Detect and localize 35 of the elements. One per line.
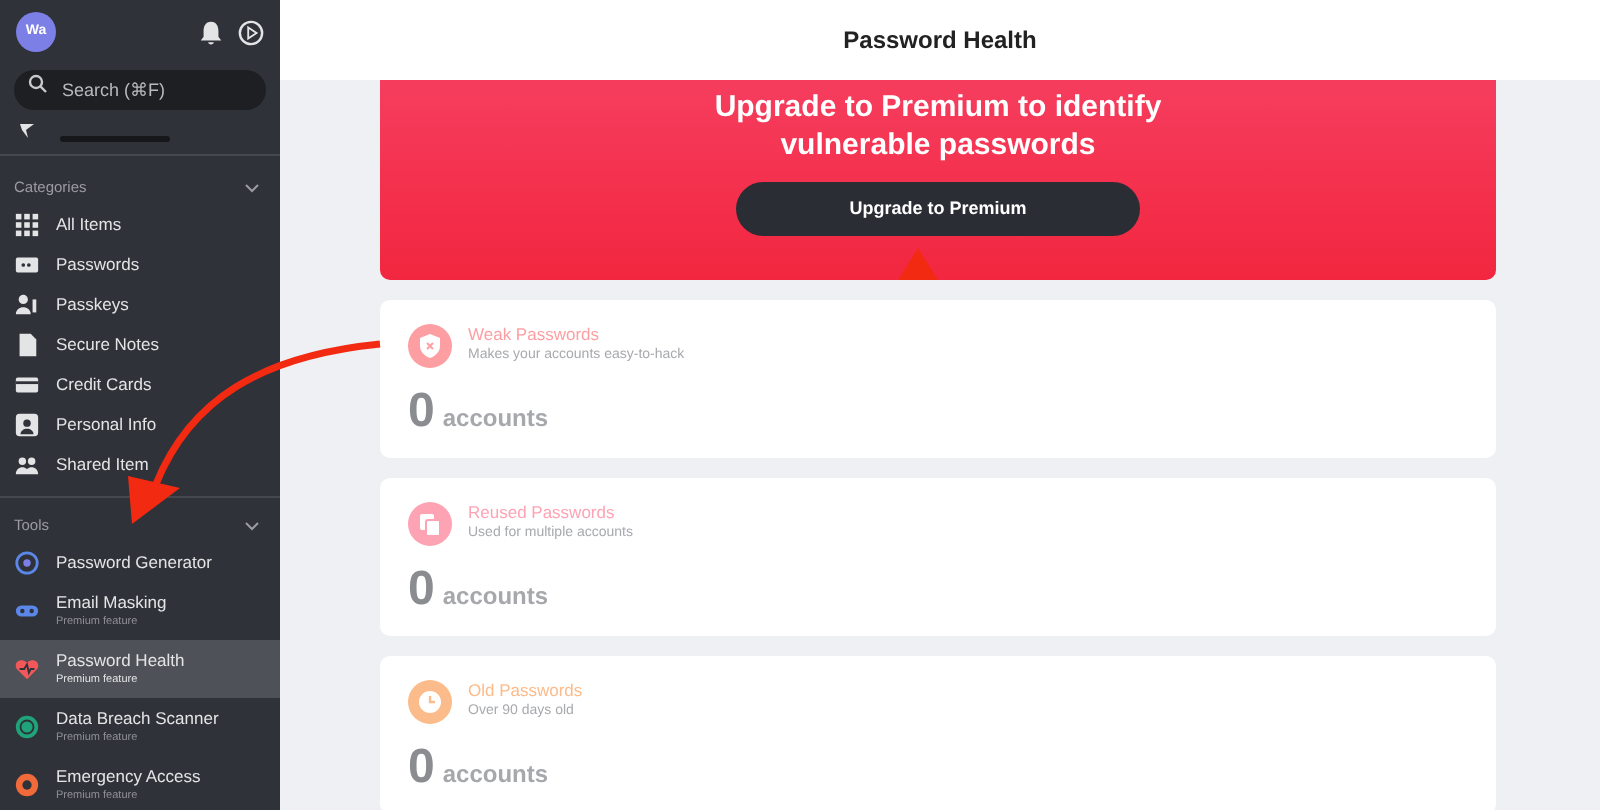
sidebar-item[interactable]: Secure Notes xyxy=(0,324,280,364)
page-title: Password Health xyxy=(843,24,1037,58)
radar-icon xyxy=(14,714,40,740)
card-title: Old Passwords xyxy=(468,680,583,703)
copy-icon xyxy=(408,502,452,546)
search-icon xyxy=(28,74,48,94)
person-key-icon xyxy=(14,291,40,317)
bell-icon xyxy=(198,19,224,45)
clock-icon xyxy=(408,680,452,724)
sidebar-item[interactable]: Credit Cards xyxy=(0,364,280,404)
sidebar-item[interactable]: Password Generator xyxy=(0,542,280,582)
account-count: 0 xyxy=(408,566,435,614)
banner-heading: Upgrade to Premium to identify vulnerable passwords xyxy=(712,88,1164,164)
upgrade-button[interactable]: Upgrade to Premium xyxy=(736,182,1140,236)
card-title: Weak Passwords xyxy=(468,324,602,347)
heart-pulse-icon xyxy=(14,656,40,682)
play-circle-icon xyxy=(238,19,264,45)
count-unit: accounts xyxy=(442,580,549,614)
account-count: 0 xyxy=(408,744,435,792)
lifebuoy-icon xyxy=(14,772,40,798)
sidebar-item[interactable]: Shared Item xyxy=(0,444,280,484)
search-field[interactable]: Search (⌘F) xyxy=(14,70,266,110)
grid-icon xyxy=(14,211,40,237)
sidebar-item[interactable]: Personal Info xyxy=(0,404,280,444)
id-badge-icon xyxy=(14,411,40,437)
sidebar-item[interactable]: Passkeys xyxy=(0,284,280,324)
shield-icon xyxy=(408,324,452,368)
sidebar-item[interactable]: Passwords xyxy=(0,244,280,284)
sidebar-item[interactable]: All Items xyxy=(0,204,280,244)
account-count: 0 xyxy=(408,388,435,436)
count-unit: accounts xyxy=(442,758,549,792)
count-unit: accounts xyxy=(442,402,549,436)
annotation-arrow xyxy=(898,248,938,280)
card-title: Reused Passwords xyxy=(468,502,617,525)
document-icon xyxy=(14,331,40,357)
